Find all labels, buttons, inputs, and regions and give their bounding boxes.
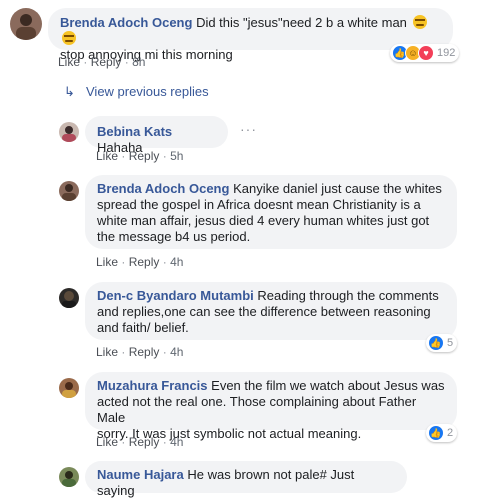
reply-bubble: Den-c Byandaro Mutambi Reading through t… (85, 282, 457, 340)
reaction-summary[interactable]: 👍 ☺ ♥ 192 (390, 44, 460, 62)
comment-text: Did this "jesus"need 2 b a white man (196, 15, 407, 30)
view-previous-replies[interactable]: ↳ View previous replies (64, 84, 209, 100)
reaction-count: 192 (437, 47, 456, 59)
unamused-emoji-icon (412, 15, 427, 29)
like-link[interactable]: Like (96, 255, 118, 269)
reaction-count: 2 (447, 427, 454, 439)
comment-text: acted not the real one. Those complainin… (97, 394, 417, 425)
comment-text: and faith/ belief. (97, 320, 189, 335)
reply-link[interactable]: Reply (91, 55, 122, 69)
reply-bubble: Bebina Kats Hahaha (85, 116, 228, 155)
like-link[interactable]: Like (96, 149, 118, 163)
reply-arrow-icon: ↳ (64, 84, 75, 99)
comment-text: Kanyike daniel just cause the whites (233, 181, 442, 196)
comment-actions: Like · Reply · 4h (96, 435, 184, 449)
avatar[interactable] (10, 8, 42, 40)
comment-actions: Like · Reply · 4h (96, 255, 184, 269)
reply-bubble: Muzahura Francis Even the film we watch … (85, 372, 457, 441)
like-link[interactable]: Like (58, 55, 80, 69)
comment-author[interactable]: Brenda Adoch Oceng (97, 181, 229, 196)
reply-link[interactable]: Reply (129, 255, 160, 269)
avatar[interactable] (59, 467, 79, 487)
like-icon: 👍 (428, 425, 444, 441)
comment-author[interactable]: Den-c Byandaro Mutambi (97, 288, 254, 303)
avatar[interactable] (59, 181, 79, 201)
reply-bubble: Naume Hajara He was brown not pale# Just… (85, 461, 407, 498)
like-icon: 👍 (428, 335, 444, 351)
comment-bubble: Brenda Adoch Oceng Did this "jesus"need … (48, 8, 453, 62)
comment-actions: Like · Reply · 4h (96, 345, 184, 359)
like-link[interactable]: Like (96, 435, 118, 449)
comment-actions: Like · Reply · 5h (96, 149, 184, 163)
reply-bubble: Brenda Adoch Oceng Kanyike daniel just c… (85, 175, 457, 249)
like-link[interactable]: Like (96, 345, 118, 359)
reply-link[interactable]: Reply (129, 149, 160, 163)
unamused-emoji-icon (62, 31, 76, 45)
reply-link[interactable]: Reply (129, 345, 160, 359)
comment-author[interactable]: Bebina Kats (97, 124, 172, 139)
timestamp[interactable]: 4h (170, 255, 183, 269)
comment-text: the message b4 us period. (97, 229, 251, 244)
avatar[interactable] (59, 288, 79, 308)
comment-text: spread the gospel in Africa doesnt mean … (97, 197, 421, 212)
timestamp[interactable]: 4h (170, 345, 183, 359)
love-icon: ♥ (418, 45, 434, 61)
reaction-summary[interactable]: 👍 5 (426, 334, 458, 352)
comment-actions: Like · Reply · 8h (58, 55, 146, 69)
comment-author[interactable]: Muzahura Francis (97, 378, 208, 393)
reaction-count: 5 (447, 337, 454, 349)
comment-author[interactable]: Brenda Adoch Oceng (60, 15, 192, 30)
avatar[interactable] (59, 122, 79, 142)
timestamp[interactable]: 4h (170, 435, 183, 449)
avatar[interactable] (59, 378, 79, 398)
reply-link[interactable]: Reply (129, 435, 160, 449)
comment-author[interactable]: Naume Hajara (97, 467, 184, 482)
more-options-icon[interactable]: ··· (240, 121, 257, 137)
timestamp[interactable]: 5h (170, 149, 183, 163)
reaction-summary[interactable]: 👍 2 (426, 424, 458, 442)
view-previous-replies-label: View previous replies (86, 84, 209, 99)
comment-text: Reading through the comments (257, 288, 439, 303)
timestamp[interactable]: 8h (132, 55, 145, 69)
comment-text: and replies,one can see the difference b… (97, 304, 431, 319)
comment-text: Even the film we watch about Jesus was (211, 378, 445, 393)
comment-text: white man affair, jesus died 4 every hum… (97, 213, 430, 228)
